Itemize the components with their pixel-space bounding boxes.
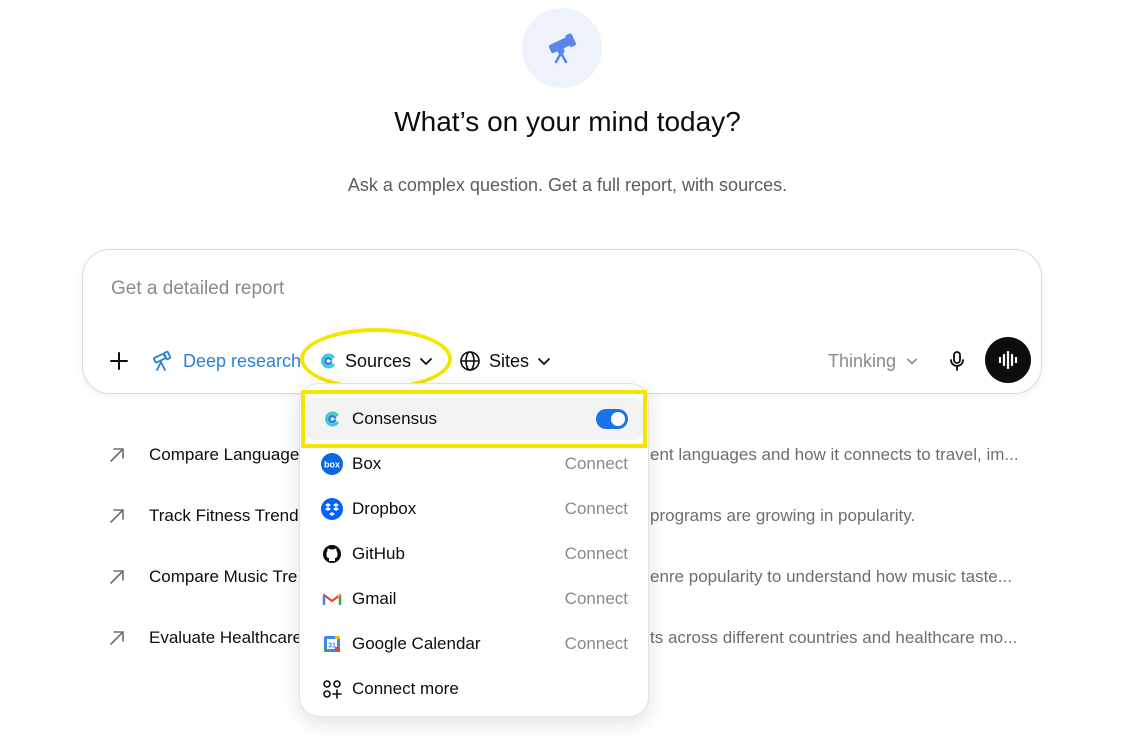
arrow-up-right-icon	[108, 568, 128, 586]
suggestion-description: ts across different countries and health…	[650, 628, 1018, 647]
connect-more-label: Connect more	[352, 679, 459, 698]
sources-button[interactable]: Sources	[319, 346, 433, 376]
suggestion-label: Evaluate Healthcare	[149, 628, 303, 647]
consensus-icon	[321, 353, 335, 369]
consensus-toggle[interactable]	[596, 409, 628, 429]
source-name: Consensus	[352, 409, 438, 428]
globe-icon	[460, 351, 480, 371]
source-name: Google Calendar	[352, 634, 481, 653]
arrow-up-right-icon	[108, 507, 128, 525]
sources-dropdown-menu: Consensus box Box Connect Dropbox Connec	[299, 383, 649, 717]
suggestion-description: programs are growing in popularity.	[650, 506, 916, 525]
dictate-button[interactable]	[943, 346, 971, 376]
model-selector[interactable]: Thinking	[828, 346, 918, 376]
connect-more-item[interactable]: Connect more	[300, 668, 648, 710]
plus-icon	[110, 352, 128, 370]
source-name: Gmail	[352, 589, 397, 608]
page-subtitle: Ask a complex question. Get a full repor…	[347, 175, 788, 195]
source-item-gmail[interactable]: Gmail Connect	[300, 578, 648, 620]
telescope-icon	[548, 33, 576, 64]
page-title: What’s on your mind today?	[394, 106, 741, 137]
source-name: Box	[352, 454, 382, 473]
source-item-dropbox[interactable]: Dropbox Connect	[300, 488, 648, 530]
github-icon	[321, 543, 343, 565]
sources-label: Sources	[345, 350, 412, 371]
prompt-input[interactable]	[109, 274, 933, 304]
chevron-down-icon	[906, 358, 918, 365]
connect-button[interactable]: Connect	[565, 589, 628, 609]
connect-button[interactable]: Connect	[565, 454, 628, 474]
source-item-box[interactable]: box Box Connect	[300, 443, 648, 485]
sites-label: Sites	[489, 350, 530, 371]
source-item-google-calendar[interactable]: 31 Google Calendar Connect	[300, 623, 648, 665]
waveform-icon	[998, 351, 1018, 369]
suggestion-label: Compare Music Tre	[149, 567, 298, 586]
consensus-icon	[321, 408, 343, 430]
suggestion-description: enre popularity to understand how music …	[650, 567, 1012, 586]
add-button[interactable]	[105, 346, 133, 376]
connect-button[interactable]: Connect	[565, 499, 628, 519]
composer: Deep research Sources Sites Thinking	[82, 249, 1042, 394]
suggestion-label: Compare Language	[149, 445, 300, 464]
voice-mode-button[interactable]	[985, 337, 1031, 383]
google-calendar-icon: 31	[321, 633, 343, 655]
arrow-up-right-icon	[108, 629, 128, 647]
source-item-consensus[interactable]: Consensus	[304, 398, 644, 440]
box-icon: box	[321, 453, 343, 475]
svg-text:31: 31	[328, 643, 336, 650]
arrow-up-right-icon	[108, 446, 128, 464]
chevron-down-icon	[538, 358, 550, 366]
apps-plus-icon	[321, 678, 343, 700]
connect-button[interactable]: Connect	[565, 544, 628, 564]
microphone-icon	[950, 351, 964, 371]
deep-research-button[interactable]: Deep research	[151, 346, 301, 376]
dropbox-icon	[321, 498, 343, 520]
model-label: Thinking	[828, 350, 897, 371]
svg-text:box: box	[324, 460, 340, 470]
hero-telescope-badge	[522, 8, 602, 88]
source-name: Dropbox	[352, 499, 417, 518]
source-item-github[interactable]: GitHub Connect	[300, 533, 648, 575]
suggestion-label: Track Fitness Trends	[149, 506, 308, 525]
deep-research-label: Deep research	[183, 350, 302, 371]
connect-button[interactable]: Connect	[565, 634, 628, 654]
telescope-icon	[153, 350, 172, 371]
chevron-down-icon	[420, 358, 432, 366]
gmail-icon	[321, 588, 343, 610]
sites-button[interactable]: Sites	[459, 346, 551, 376]
source-name: GitHub	[352, 544, 405, 563]
suggestion-description: ent languages and how it connects to tra…	[650, 445, 1019, 464]
